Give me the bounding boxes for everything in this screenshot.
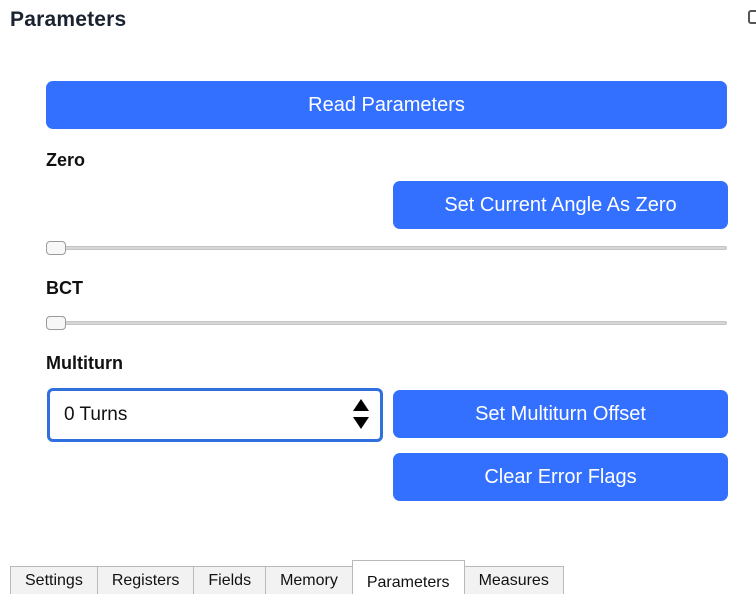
zero-slider-handle[interactable] xyxy=(46,241,66,255)
multiturn-spinbox[interactable]: 0 Turns xyxy=(47,388,383,442)
tab-bar: Settings Registers Fields Memory Paramet… xyxy=(10,560,564,594)
zero-section-label: Zero xyxy=(46,150,86,170)
multiturn-section-label: Multiturn xyxy=(46,353,123,373)
read-parameters-button[interactable]: Read Parameters xyxy=(46,81,727,129)
window-icon[interactable] xyxy=(748,10,756,24)
bct-slider[interactable] xyxy=(46,316,727,330)
spin-arrows-icon[interactable] xyxy=(353,397,371,433)
bct-slider-track xyxy=(50,321,727,325)
set-multiturn-offset-button[interactable]: Set Multiturn Offset xyxy=(393,390,728,438)
tab-parameters[interactable]: Parameters xyxy=(351,560,465,594)
parameters-panel: Parameters Read Parameters Zero Set Curr… xyxy=(0,0,756,594)
tab-fields[interactable]: Fields xyxy=(193,566,266,594)
multiturn-value[interactable]: 0 Turns xyxy=(64,391,127,439)
tab-settings[interactable]: Settings xyxy=(10,566,97,594)
tab-registers[interactable]: Registers xyxy=(96,566,194,594)
bct-slider-handle[interactable] xyxy=(46,316,66,330)
set-current-angle-as-zero-button[interactable]: Set Current Angle As Zero xyxy=(393,181,728,229)
tab-memory[interactable]: Memory xyxy=(265,566,352,594)
tab-measures[interactable]: Measures xyxy=(464,566,564,594)
page-title: Parameters xyxy=(10,8,127,31)
bct-section-label: BCT xyxy=(46,278,83,298)
zero-slider-track xyxy=(50,246,727,250)
zero-slider[interactable] xyxy=(46,241,727,255)
clear-error-flags-button[interactable]: Clear Error Flags xyxy=(393,453,728,501)
spin-down-icon[interactable] xyxy=(353,417,369,429)
spin-up-icon[interactable] xyxy=(353,399,369,411)
